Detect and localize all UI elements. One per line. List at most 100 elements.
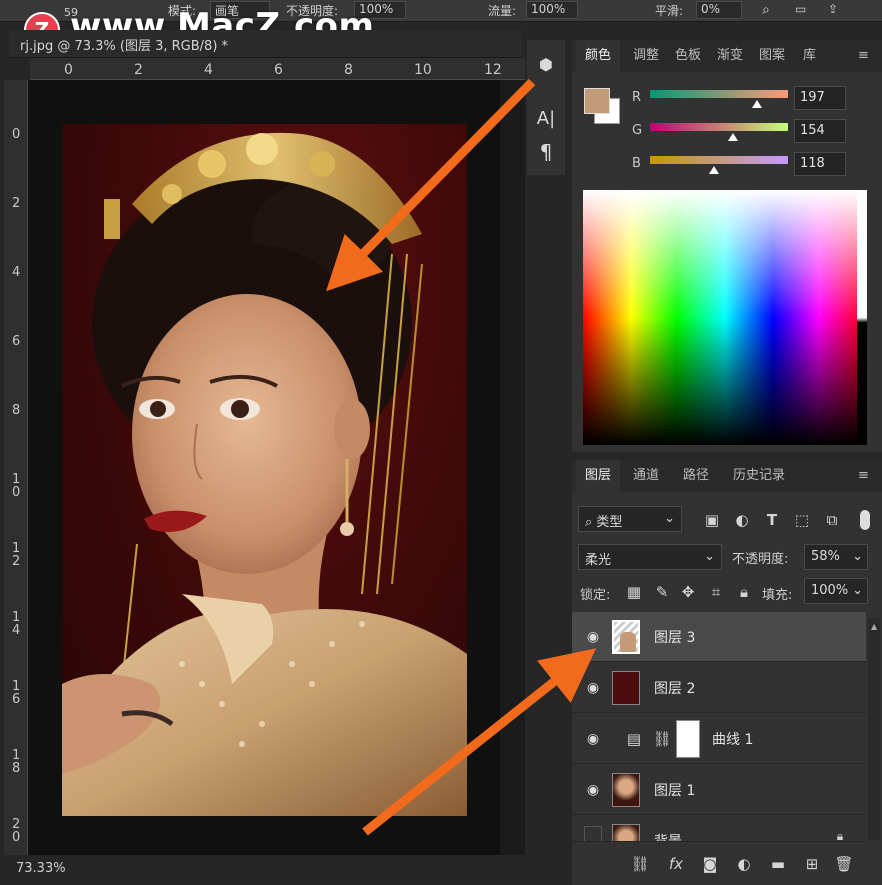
- tab-layers[interactable]: 图层: [576, 460, 621, 492]
- layer-name[interactable]: 背景: [654, 831, 682, 841]
- delete-layer-icon[interactable]: 🗑︎: [834, 854, 854, 874]
- layer-filter-select[interactable]: ⌕ 类型 ⌄: [578, 506, 682, 532]
- tab-paths[interactable]: 路径: [674, 460, 718, 492]
- fx-icon[interactable]: fx: [666, 854, 686, 874]
- layer-mask-thumbnail[interactable]: [676, 720, 700, 758]
- layers-panel-tabs: 图层 通道 路径 历史记录 ≡: [572, 460, 882, 492]
- tab-swatches[interactable]: 色板: [666, 40, 710, 72]
- layer-thumbnail: [612, 824, 640, 841]
- ruler-tick-label: 0: [12, 127, 21, 142]
- filter-toggle[interactable]: [860, 510, 870, 530]
- add-mask-icon[interactable]: ◙: [700, 854, 720, 874]
- filter-smart-object-icon[interactable]: ⧉: [822, 510, 842, 530]
- layer-name[interactable]: 曲线 1: [712, 729, 753, 749]
- color-spectrum[interactable]: [583, 190, 867, 445]
- lock-transparency-icon[interactable]: ▦: [624, 582, 644, 602]
- blue-slider-thumb[interactable]: [708, 166, 719, 174]
- search-icon[interactable]: ⌕: [762, 2, 770, 18]
- flow-input[interactable]: 100%: [526, 1, 578, 19]
- tab-libraries[interactable]: 库: [794, 40, 825, 72]
- green-channel-label: G: [632, 123, 643, 138]
- smooth-label: 平滑:: [655, 4, 684, 18]
- tab-color[interactable]: 颜色: [576, 40, 621, 72]
- visibility-eye-icon[interactable]: ◉: [584, 628, 602, 646]
- visibility-eye-icon[interactable]: ◉: [584, 730, 602, 748]
- ruler-tick-label: 6: [12, 334, 21, 349]
- layer-row[interactable]: ◉ ▤ ⛓ 曲线 1: [572, 714, 866, 764]
- document-tab[interactable]: rj.jpg @ 73.3% (图层 3, RGB/8) *: [10, 30, 522, 58]
- layer-name[interactable]: 图层 1: [654, 780, 695, 800]
- tab-patterns[interactable]: 图案: [750, 40, 794, 72]
- ruler-tick-label: 10: [12, 472, 21, 500]
- portrait-image[interactable]: [62, 124, 467, 816]
- green-slider-track[interactable]: [650, 123, 788, 131]
- ruler-tick-label: 0: [64, 62, 73, 78]
- character-icon[interactable]: A|: [534, 106, 558, 130]
- layer-row[interactable]: ◉ 图层 3: [572, 612, 866, 662]
- grayscale-strip[interactable]: [857, 190, 867, 445]
- green-value-input[interactable]: 154: [794, 119, 846, 143]
- lock-icon: 🔒︎: [836, 828, 844, 842]
- tab-gradients[interactable]: 渐变: [708, 40, 752, 72]
- visibility-eye-icon[interactable]: ◉: [584, 679, 602, 697]
- lock-artboard-icon[interactable]: ⌗: [706, 582, 726, 602]
- vertical-ruler[interactable]: 0 2 4 6 8 10 12 14 16 18 20: [4, 80, 28, 855]
- panel-tool-strip: ⬢ A| ¶: [527, 40, 565, 175]
- tab-adjustments[interactable]: 调整: [624, 40, 668, 72]
- visibility-toggle[interactable]: [584, 826, 602, 841]
- 3d-cube-icon[interactable]: ⬢: [534, 52, 558, 76]
- blue-value-input[interactable]: 118: [794, 152, 846, 176]
- new-layer-icon[interactable]: ⊞: [802, 854, 822, 874]
- new-group-icon[interactable]: ▬: [768, 854, 788, 874]
- adjustment-layer-icon[interactable]: ◐: [734, 854, 754, 874]
- status-bar: 73.33%: [0, 855, 525, 885]
- filter-shape-icon[interactable]: ⬚: [792, 510, 812, 530]
- ruler-tick-label: 12: [484, 62, 502, 78]
- red-value-input[interactable]: 197: [794, 86, 846, 110]
- filter-type-icon[interactable]: T: [762, 510, 782, 530]
- link-icon[interactable]: ⛓: [652, 729, 672, 749]
- lock-position-icon[interactable]: ✥: [678, 582, 698, 602]
- layer-opacity-input[interactable]: 58% ⌄: [804, 544, 868, 570]
- blue-channel-label: B: [632, 156, 641, 171]
- visibility-eye-icon[interactable]: ◉: [584, 781, 602, 799]
- tab-history[interactable]: 历史记录: [724, 460, 794, 492]
- lock-pixels-icon[interactable]: ✎: [652, 582, 672, 602]
- ruler-tick-label: 8: [12, 403, 21, 418]
- layers-scrollbar[interactable]: ▲: [868, 618, 880, 840]
- layer-row[interactable]: ◉ 图层 2: [572, 663, 866, 713]
- layer-row[interactable]: 背景 🔒︎: [572, 816, 866, 842]
- filter-pixel-icon[interactable]: ▣: [702, 510, 722, 530]
- layer-thumbnail: [612, 671, 640, 705]
- layer-name[interactable]: 图层 2: [654, 678, 695, 698]
- red-slider-track[interactable]: [650, 90, 788, 98]
- layer-thumbnail: [612, 620, 640, 654]
- red-slider-thumb[interactable]: [751, 100, 762, 108]
- paragraph-icon[interactable]: ¶: [534, 140, 558, 164]
- link-layers-icon[interactable]: ⛓: [630, 854, 650, 874]
- blue-slider-track[interactable]: [650, 156, 788, 164]
- layer-row[interactable]: ◉ 图层 1: [572, 765, 866, 815]
- horizontal-ruler[interactable]: 0 2 4 6 8 10 12: [30, 58, 525, 80]
- layer-opacity-label: 不透明度:: [732, 552, 789, 567]
- green-slider-thumb[interactable]: [728, 133, 739, 141]
- smooth-input[interactable]: 0%: [696, 1, 742, 19]
- share-icon[interactable]: ⇪: [828, 2, 838, 16]
- red-channel-label: R: [632, 90, 642, 105]
- search-icon: ⌕: [585, 515, 597, 530]
- workspace-icon[interactable]: ▭: [795, 2, 806, 16]
- layer-name[interactable]: 图层 3: [654, 627, 695, 647]
- ruler-tick-label: 12: [12, 541, 21, 569]
- tab-channels[interactable]: 通道: [624, 460, 668, 492]
- ruler-tick-label: 10: [414, 62, 432, 78]
- foreground-color-swatch[interactable]: [584, 88, 610, 114]
- layers-menu-icon[interactable]: ≡: [858, 460, 869, 492]
- blend-mode-select[interactable]: 柔光 ⌄: [578, 544, 722, 570]
- panel-menu-icon[interactable]: ≡: [858, 40, 869, 72]
- lock-all-icon[interactable]: 🔒︎: [734, 582, 754, 602]
- fill-input[interactable]: 100% ⌄: [804, 578, 868, 604]
- curves-adjustment-icon: ▤: [626, 730, 642, 748]
- ruler-tick-label: 6: [274, 62, 283, 78]
- filter-adjustment-icon[interactable]: ◐: [732, 510, 752, 530]
- zoom-readout[interactable]: 73.33%: [16, 861, 66, 876]
